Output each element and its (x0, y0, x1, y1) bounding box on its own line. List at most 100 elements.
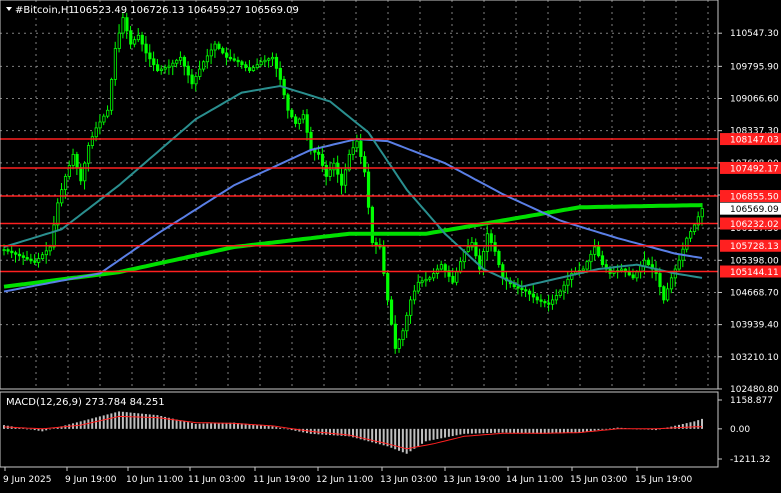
macd-histogram-bar (141, 413, 144, 429)
time-tick-label: 13 Jun 19:00 (443, 475, 500, 485)
macd-histogram-bar (49, 428, 52, 430)
macd-histogram-bar (493, 428, 496, 433)
macd-histogram-bar (474, 428, 477, 434)
candle-body (179, 56, 183, 61)
candle-body (33, 260, 37, 263)
macd-histogram-bar (225, 422, 228, 429)
candle-body (397, 339, 401, 349)
candle-body (255, 64, 259, 69)
macd-histogram-bar (424, 428, 427, 442)
candle-body (328, 169, 332, 177)
macd-histogram-bar (486, 428, 489, 434)
macd-histogram-bar (152, 414, 155, 429)
candle-body (382, 246, 386, 274)
candle-body (355, 140, 359, 149)
macd-histogram-bar (52, 428, 55, 429)
level-price-label: 108147.03 (730, 136, 779, 146)
macd-histogram-bar (325, 428, 328, 435)
macd-histogram-bar (436, 428, 439, 440)
macd-histogram-bar (45, 428, 48, 431)
candle-body (528, 290, 532, 295)
candle-body (90, 136, 95, 146)
candle-body (236, 59, 240, 63)
candle-body (439, 264, 444, 270)
macd-histogram-bar (401, 428, 404, 453)
candle-body (554, 295, 559, 301)
macd-histogram-bar (447, 428, 450, 437)
candle-body (94, 127, 98, 138)
macd-histogram-bar (217, 423, 220, 429)
macd-histogram-bar (198, 423, 201, 429)
macd-histogram-bar (451, 428, 454, 437)
chart-canvas[interactable]: 110547.30109795.90109066.60108337.301076… (0, 0, 781, 489)
candle-body (297, 118, 302, 124)
macd-histogram-bar (685, 423, 688, 429)
candle-body (21, 255, 25, 258)
candle-body (40, 254, 45, 259)
candle-body (474, 242, 478, 257)
macd-histogram-bar (102, 415, 105, 429)
macd-histogram-bar (501, 428, 504, 433)
candle-body (48, 246, 52, 252)
macd-histogram-bar (256, 424, 259, 429)
macd-histogram-bar (605, 428, 608, 430)
candle-body (597, 246, 601, 257)
candle-body (389, 299, 394, 325)
macd-histogram-bar (148, 414, 151, 429)
candle-body (309, 131, 313, 151)
candle-body (485, 233, 490, 252)
candle-body (412, 290, 417, 301)
macd-histogram-bar (91, 418, 94, 429)
candle-body (14, 252, 18, 255)
candle-body (251, 67, 256, 71)
candle-body (374, 242, 378, 246)
candle-body (386, 273, 390, 301)
macd-histogram-bar (137, 413, 140, 429)
candle-body (466, 246, 470, 252)
time-tick-label: 11 Jun 03:00 (188, 475, 245, 485)
macd-histogram-bar (29, 428, 32, 430)
macd-histogram-bar (183, 421, 186, 429)
candle-body (140, 34, 144, 45)
trading-chart[interactable]: 110547.30109795.90109066.60108337.301076… (0, 0, 781, 489)
candle-body (497, 250, 501, 266)
candle-body (301, 114, 305, 120)
macd-histogram-bar (440, 428, 443, 439)
macd-histogram-bar (87, 419, 90, 429)
last-price-label: 106569.09 (730, 205, 779, 215)
candle-body (313, 149, 317, 153)
macd-histogram-bar (332, 428, 335, 436)
macd-histogram-bar (98, 416, 101, 429)
macd-histogram-bar (513, 428, 516, 433)
candle-body (524, 289, 528, 292)
macd-histogram-bar (279, 427, 282, 429)
candle-body (159, 68, 164, 71)
candle-body (343, 169, 348, 186)
macd-histogram-bar (608, 428, 611, 430)
candle-body (79, 167, 83, 182)
candle-body (136, 34, 141, 41)
price-tick-label: 103939.40 (730, 321, 779, 331)
macd-histogram-bar (405, 428, 408, 454)
macd-histogram-bar (601, 428, 604, 430)
candle-body (190, 74, 194, 85)
macd-histogram-bar (593, 428, 596, 431)
candle-body (182, 56, 187, 67)
candle-body (662, 286, 666, 301)
macd-histogram-bar (210, 423, 213, 429)
candle-body (627, 271, 631, 276)
candle-body (324, 164, 328, 177)
level-price-label: 105728.13 (730, 242, 779, 252)
candle-body (363, 156, 367, 173)
candle-body (274, 56, 279, 69)
candle-body (52, 224, 56, 248)
macd-histogram-bar (482, 428, 485, 434)
candle-body (420, 280, 424, 283)
time-tick-label: 14 Jun 11:00 (506, 475, 563, 485)
candle-body (424, 278, 428, 282)
candle-body (543, 300, 547, 304)
candle-body (156, 64, 160, 71)
candle-body (393, 323, 397, 349)
macd-histogram-bar (286, 428, 289, 430)
candle-body (167, 65, 171, 69)
